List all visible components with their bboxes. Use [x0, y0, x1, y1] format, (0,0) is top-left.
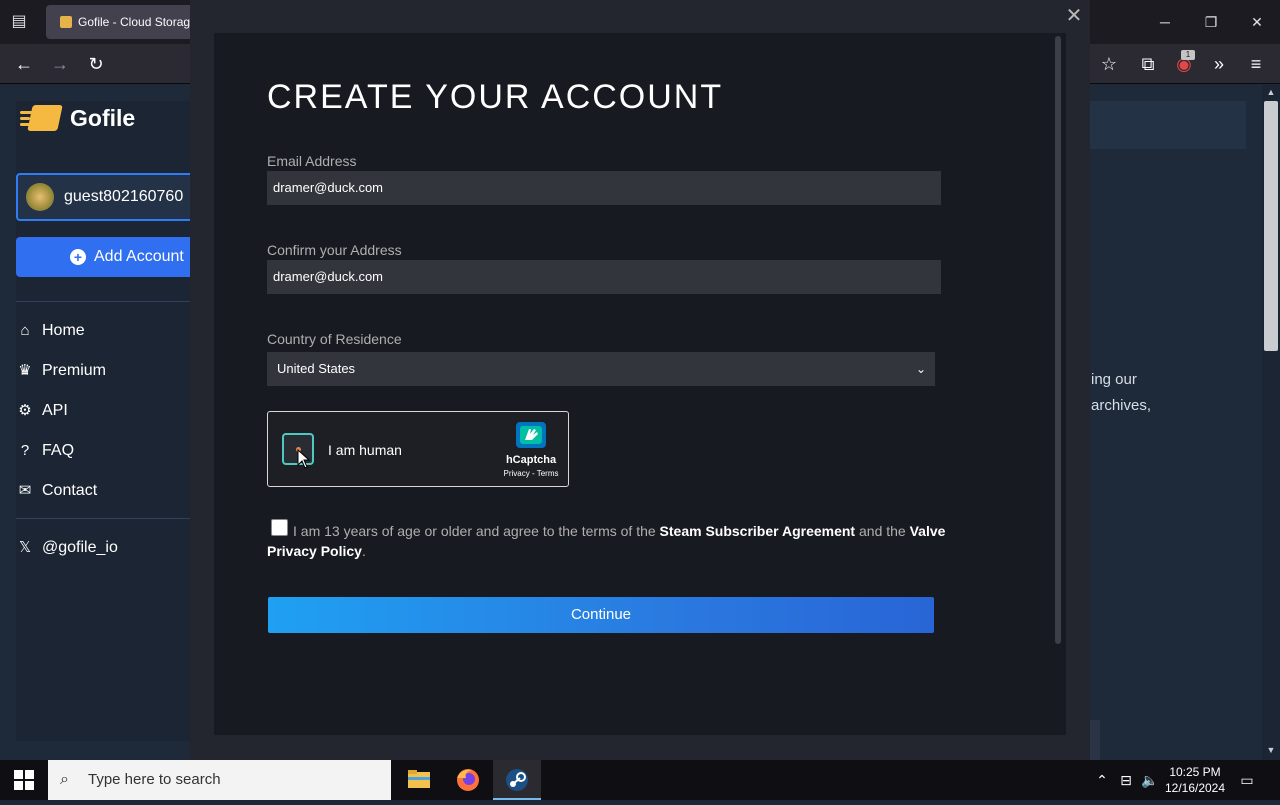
envelope-icon: ✉ [18, 482, 32, 499]
windows-start-icon[interactable] [14, 770, 34, 790]
close-modal-icon[interactable]: ✕ [1062, 4, 1086, 28]
scroll-down-arrow-icon[interactable]: ▼ [1264, 745, 1278, 757]
volume-muted-icon[interactable]: 🔈 [1140, 770, 1160, 790]
clock-date: 12/16/2024 [1164, 781, 1226, 795]
country-value: United States [277, 361, 356, 376]
mouse-cursor-icon [297, 449, 311, 469]
main-body-text: ing our archives, [1091, 367, 1261, 419]
gofile-logo[interactable]: Gofile [20, 103, 135, 133]
hcaptcha-privacy-terms-link[interactable]: Privacy - Terms [492, 469, 570, 478]
windows-taskbar: ⌕ Type here to search ⌃ ⊟ 🔈 10:25 PM 12/… [0, 760, 1280, 800]
restore-icon[interactable]: ❐ [1199, 10, 1223, 34]
sidebar-item-social[interactable]: 𝕏 @gofile_io [16, 536, 118, 560]
close-window-icon[interactable]: ✕ [1245, 10, 1269, 34]
continue-button[interactable]: Continue [268, 597, 934, 633]
extensions-icon[interactable]: ⧉ [1136, 52, 1160, 76]
sidebar-divider [16, 518, 216, 519]
confirm-email-label: Confirm your Address [267, 242, 402, 258]
confirm-email-field[interactable]: dramer@duck.com [267, 260, 941, 294]
hcaptcha-brand: hCaptcha [505, 454, 557, 466]
bookmark-star-icon[interactable]: ☆ [1097, 52, 1121, 76]
logo-text: Gofile [70, 104, 136, 131]
home-icon: ⌂ [20, 322, 30, 339]
sidebar-item-api[interactable]: ⚙ API [16, 399, 68, 423]
body-text-line: ing our [1091, 371, 1137, 388]
sidebar-item-contact[interactable]: ✉ Contact [16, 479, 97, 503]
gofile-logo-icon [20, 103, 63, 133]
scroll-up-arrow-icon[interactable]: ▲ [1264, 87, 1278, 99]
crown-icon: ♛ [18, 362, 32, 379]
hamburger-menu-icon[interactable]: ≡ [1244, 52, 1268, 76]
overflow-chevron-icon[interactable]: » [1207, 52, 1231, 76]
plus-circle-icon: + [70, 249, 86, 265]
agreement-text: I am 13 years of age or older and agree … [267, 521, 957, 561]
browser-tab[interactable]: Gofile - Cloud Storage [46, 5, 206, 39]
file-explorer-icon[interactable] [395, 760, 443, 800]
country-select[interactable]: United States ⌄ [267, 352, 935, 386]
hcaptcha-logo-icon [516, 422, 546, 448]
account-name: guest802160760 [64, 188, 184, 205]
taskbar-search-input[interactable]: ⌕ Type here to search [48, 760, 391, 800]
sidebar-item-label: Home [42, 322, 85, 339]
search-icon: ⌕ [60, 771, 69, 788]
add-account-button[interactable]: + Add Account [16, 237, 216, 277]
sidebar-item-label: Contact [42, 482, 98, 499]
agreement-middle: and the [855, 523, 910, 539]
forward-arrow-icon[interactable]: → [48, 52, 72, 76]
sidebar-item-home[interactable]: ⌂ Home [16, 319, 85, 343]
x-logo-icon: 𝕏 [18, 539, 32, 556]
gofile-favicon-icon [60, 16, 72, 28]
social-label: @gofile_io [42, 539, 118, 556]
email-label: Email Address [267, 153, 357, 169]
tab-list-icon[interactable]: ▤ [8, 12, 30, 32]
sidebar-item-label: API [42, 402, 68, 419]
body-text-line: archives, [1091, 397, 1152, 414]
chevron-down-icon: ⌄ [915, 362, 927, 376]
question-icon: ? [20, 442, 30, 459]
back-arrow-icon[interactable]: ← [12, 52, 36, 76]
minimize-icon[interactable]: ─ [1153, 10, 1177, 34]
agreement-suffix: . [361, 543, 366, 559]
clock-time: 10:25 PM [1169, 765, 1221, 779]
sidebar-item-label: FAQ [42, 442, 75, 459]
steam-icon[interactable] [493, 760, 541, 800]
hcaptcha-widget: I am human hCaptcha Privacy - Terms [267, 411, 569, 487]
main-header-panel [1088, 101, 1246, 149]
gears-icon: ⚙ [18, 402, 32, 419]
page-scrollbar-thumb[interactable] [1264, 101, 1278, 351]
tab-title: Gofile - Cloud Storage [78, 15, 197, 29]
search-placeholder: Type here to search [88, 771, 221, 788]
network-icon[interactable]: ⊟ [1116, 770, 1136, 790]
ublock-badge: 1 [1181, 50, 1195, 60]
taskbar-clock[interactable]: 10:25 PM 12/16/2024 [1160, 764, 1230, 796]
account-selector[interactable]: guest802160760 [16, 173, 216, 221]
email-field[interactable]: dramer@duck.com [267, 171, 941, 205]
agreement-prefix: I am 13 years of age or older and agree … [293, 523, 660, 539]
steam-subscriber-agreement-link[interactable]: Steam Subscriber Agreement [660, 523, 856, 539]
modal-scrollbar[interactable] [1055, 36, 1061, 644]
firefox-icon[interactable] [444, 760, 492, 800]
page-edge-strip [1090, 720, 1100, 760]
avatar [26, 183, 54, 211]
tray-chevron-up-icon[interactable]: ⌃ [1094, 770, 1110, 790]
notification-icon[interactable]: ▭ [1236, 770, 1258, 790]
sidebar-divider [16, 301, 216, 302]
add-account-label: Add Account [94, 248, 184, 265]
country-label: Country of Residence [267, 331, 402, 347]
captcha-label: I am human [328, 442, 402, 458]
age-agreement-checkbox[interactable] [271, 519, 288, 536]
page-title: CREATE YOUR ACCOUNT [267, 78, 724, 116]
sidebar-item-premium[interactable]: ♛ Premium [16, 359, 106, 383]
sidebar-item-faq[interactable]: ? FAQ [16, 439, 74, 463]
sidebar-item-label: Premium [42, 362, 107, 379]
reload-icon[interactable]: ↻ [84, 52, 108, 76]
